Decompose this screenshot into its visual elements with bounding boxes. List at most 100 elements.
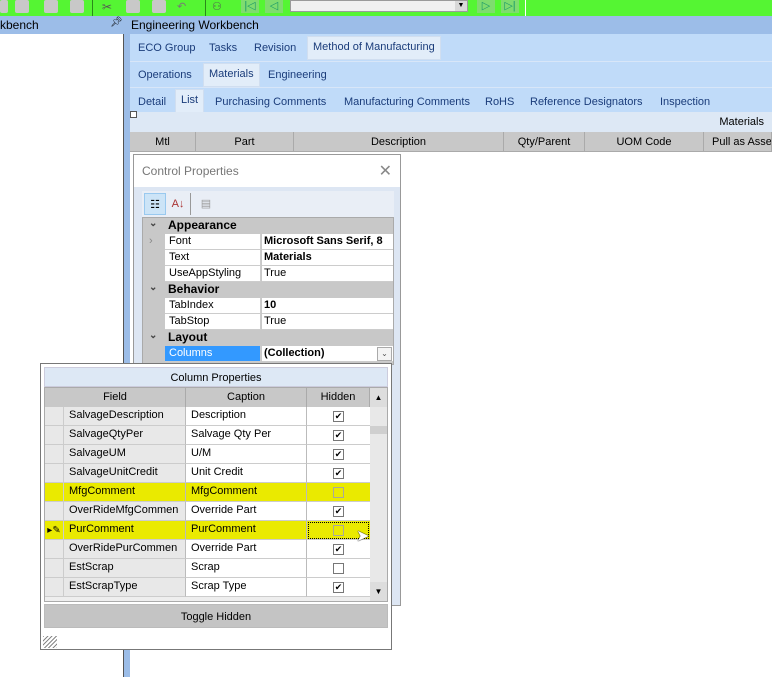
property-row[interactable]: TabStop True — [143, 314, 393, 330]
column-header-caption[interactable]: Caption — [186, 388, 307, 407]
chevron-down-icon[interactable]: ⌄ — [149, 218, 157, 229]
toggle-hidden-button[interactable]: Toggle Hidden — [44, 604, 388, 628]
hidden-cell[interactable]: ✔ — [307, 578, 370, 597]
tab-purchasing-comments[interactable]: Purchasing Comments — [215, 96, 326, 108]
property-name[interactable]: Font — [165, 234, 261, 250]
property-row[interactable]: › Font Microsoft Sans Serif, 8 — [143, 234, 393, 250]
field-cell[interactable]: SalvageUnitCredit — [64, 464, 186, 483]
caption-cell[interactable]: Scrap — [186, 559, 307, 578]
field-cell[interactable]: EstScrapType — [64, 578, 186, 597]
property-name[interactable]: UseAppStyling — [165, 266, 261, 282]
first-record-icon[interactable]: |◁ — [241, 0, 259, 13]
column-header-mtl[interactable]: Mtl — [130, 132, 196, 152]
record-select[interactable]: ▼ — [290, 0, 468, 12]
tab-operations[interactable]: Operations — [138, 69, 192, 81]
property-pages-icon[interactable]: ▤ — [196, 193, 216, 215]
row-selector[interactable] — [45, 445, 64, 464]
category-behavior[interactable]: ⌄ Behavior — [143, 282, 393, 298]
property-value[interactable]: True — [262, 314, 393, 330]
row-selector[interactable] — [45, 426, 64, 445]
column-row[interactable]: SalvageUM U/M ✔ — [45, 445, 370, 464]
tab-rohs[interactable]: RoHS — [485, 96, 514, 108]
hidden-cell[interactable] — [307, 559, 370, 578]
hidden-cell[interactable]: ✔ — [307, 464, 370, 483]
categorized-icon[interactable]: ☷ — [144, 193, 166, 215]
column-row[interactable]: OverRidePurCommen Override Part ✔ — [45, 540, 370, 559]
hidden-checkbox[interactable]: ✔ — [333, 411, 344, 422]
scroll-down-icon[interactable]: ▼ — [370, 582, 387, 601]
tab-tasks[interactable]: Tasks — [209, 42, 237, 54]
property-value[interactable]: Microsoft Sans Serif, 8 — [262, 234, 393, 250]
sort-alphabetical-icon[interactable]: A↓ — [168, 193, 188, 215]
hidden-checkbox[interactable]: ✔ — [333, 544, 344, 555]
tab-detail[interactable]: Detail — [138, 96, 166, 108]
column-row[interactable]: EstScrapType Scrap Type ✔ — [45, 578, 370, 597]
caption-cell[interactable]: Salvage Qty Per — [186, 426, 307, 445]
hidden-cell[interactable] — [307, 483, 370, 502]
column-header-field[interactable]: Field — [45, 388, 186, 407]
hidden-checkbox[interactable]: ✔ — [333, 430, 344, 441]
grid-select-checkbox[interactable] — [130, 111, 137, 118]
tab-eco-group[interactable]: ECO Group — [138, 42, 195, 54]
tab-list[interactable]: List — [175, 89, 205, 113]
property-row[interactable]: UseAppStyling True — [143, 266, 393, 282]
caption-cell[interactable]: Unit Credit — [186, 464, 307, 483]
caption-cell[interactable]: Override Part — [186, 540, 307, 559]
column-header-uom-code[interactable]: UOM Code — [585, 132, 704, 152]
control-properties-titlebar[interactable]: Control Properties ✕ — [134, 155, 400, 187]
next-record-icon[interactable]: ▷ — [477, 0, 495, 13]
edit-pencil-icon[interactable]: ▸✎ — [45, 521, 64, 540]
property-value[interactable]: 10 — [262, 298, 393, 314]
tab-materials[interactable]: Materials — [203, 63, 260, 87]
category-appearance[interactable]: ⌄ Appearance — [143, 218, 393, 234]
tab-engineering[interactable]: Engineering — [268, 69, 327, 81]
pin-icon[interactable]: 📌︎ — [110, 17, 123, 28]
field-cell[interactable]: OverRideMfgCommen — [64, 502, 186, 521]
hidden-checkbox[interactable] — [333, 563, 344, 574]
field-cell[interactable]: OverRidePurCommen — [64, 540, 186, 559]
hidden-checkbox[interactable] — [333, 525, 344, 536]
property-name[interactable]: TabIndex — [165, 298, 261, 314]
column-row[interactable]: ▸✎ PurComment PurComment — [45, 521, 370, 540]
chevron-down-icon[interactable]: ⌄ — [377, 347, 392, 361]
hidden-checkbox[interactable]: ✔ — [333, 468, 344, 479]
field-cell[interactable]: EstScrap — [64, 559, 186, 578]
refresh-icon[interactable] — [44, 0, 58, 13]
property-row[interactable]: Text Materials — [143, 250, 393, 266]
row-selector[interactable] — [45, 407, 64, 426]
undo-icon[interactable]: ↶ — [177, 0, 191, 13]
property-value[interactable]: Materials — [262, 250, 393, 266]
row-selector[interactable] — [45, 464, 64, 483]
property-name[interactable]: Text — [165, 250, 261, 266]
column-header-description[interactable]: Description — [294, 132, 504, 152]
caption-cell[interactable]: MfgComment — [186, 483, 307, 502]
field-cell[interactable]: SalvageUM — [64, 445, 186, 464]
property-value[interactable]: (Collection) — [262, 346, 393, 362]
scroll-up-icon[interactable]: ▲ — [370, 388, 387, 407]
hidden-cell[interactable]: ✔ — [307, 445, 370, 464]
hidden-checkbox[interactable] — [333, 487, 344, 498]
tab-revision[interactable]: Revision — [254, 42, 296, 54]
close-icon[interactable]: ✕ — [379, 161, 392, 181]
column-header-pull-as-assembly[interactable]: Pull as Asse — [704, 132, 772, 152]
tab-reference-designators[interactable]: Reference Designators — [530, 96, 643, 108]
row-selector[interactable] — [45, 540, 64, 559]
caption-cell[interactable]: PurComment — [186, 521, 307, 540]
field-cell[interactable]: MfgComment — [64, 483, 186, 502]
field-cell[interactable]: SalvageDescription — [64, 407, 186, 426]
resize-grip-icon[interactable] — [43, 636, 57, 648]
property-row[interactable]: TabIndex 10 — [143, 298, 393, 314]
binoculars-icon[interactable]: ⚇ — [212, 0, 226, 13]
cut-icon[interactable]: ✂ — [102, 0, 116, 14]
column-header-part[interactable]: Part — [196, 132, 294, 152]
chevron-right-icon[interactable]: › — [149, 235, 153, 247]
caption-cell[interactable]: Scrap Type — [186, 578, 307, 597]
column-row[interactable]: OverRideMfgCommen Override Part ✔ — [45, 502, 370, 521]
copy-icon[interactable] — [126, 0, 140, 13]
hidden-cell[interactable]: ✔ — [307, 426, 370, 445]
new-icon[interactable] — [15, 0, 29, 13]
row-selector[interactable] — [45, 559, 64, 578]
hidden-cell[interactable]: ✔ — [307, 407, 370, 426]
property-name[interactable]: TabStop — [165, 314, 261, 330]
chevron-down-icon[interactable]: ⌄ — [149, 330, 157, 341]
